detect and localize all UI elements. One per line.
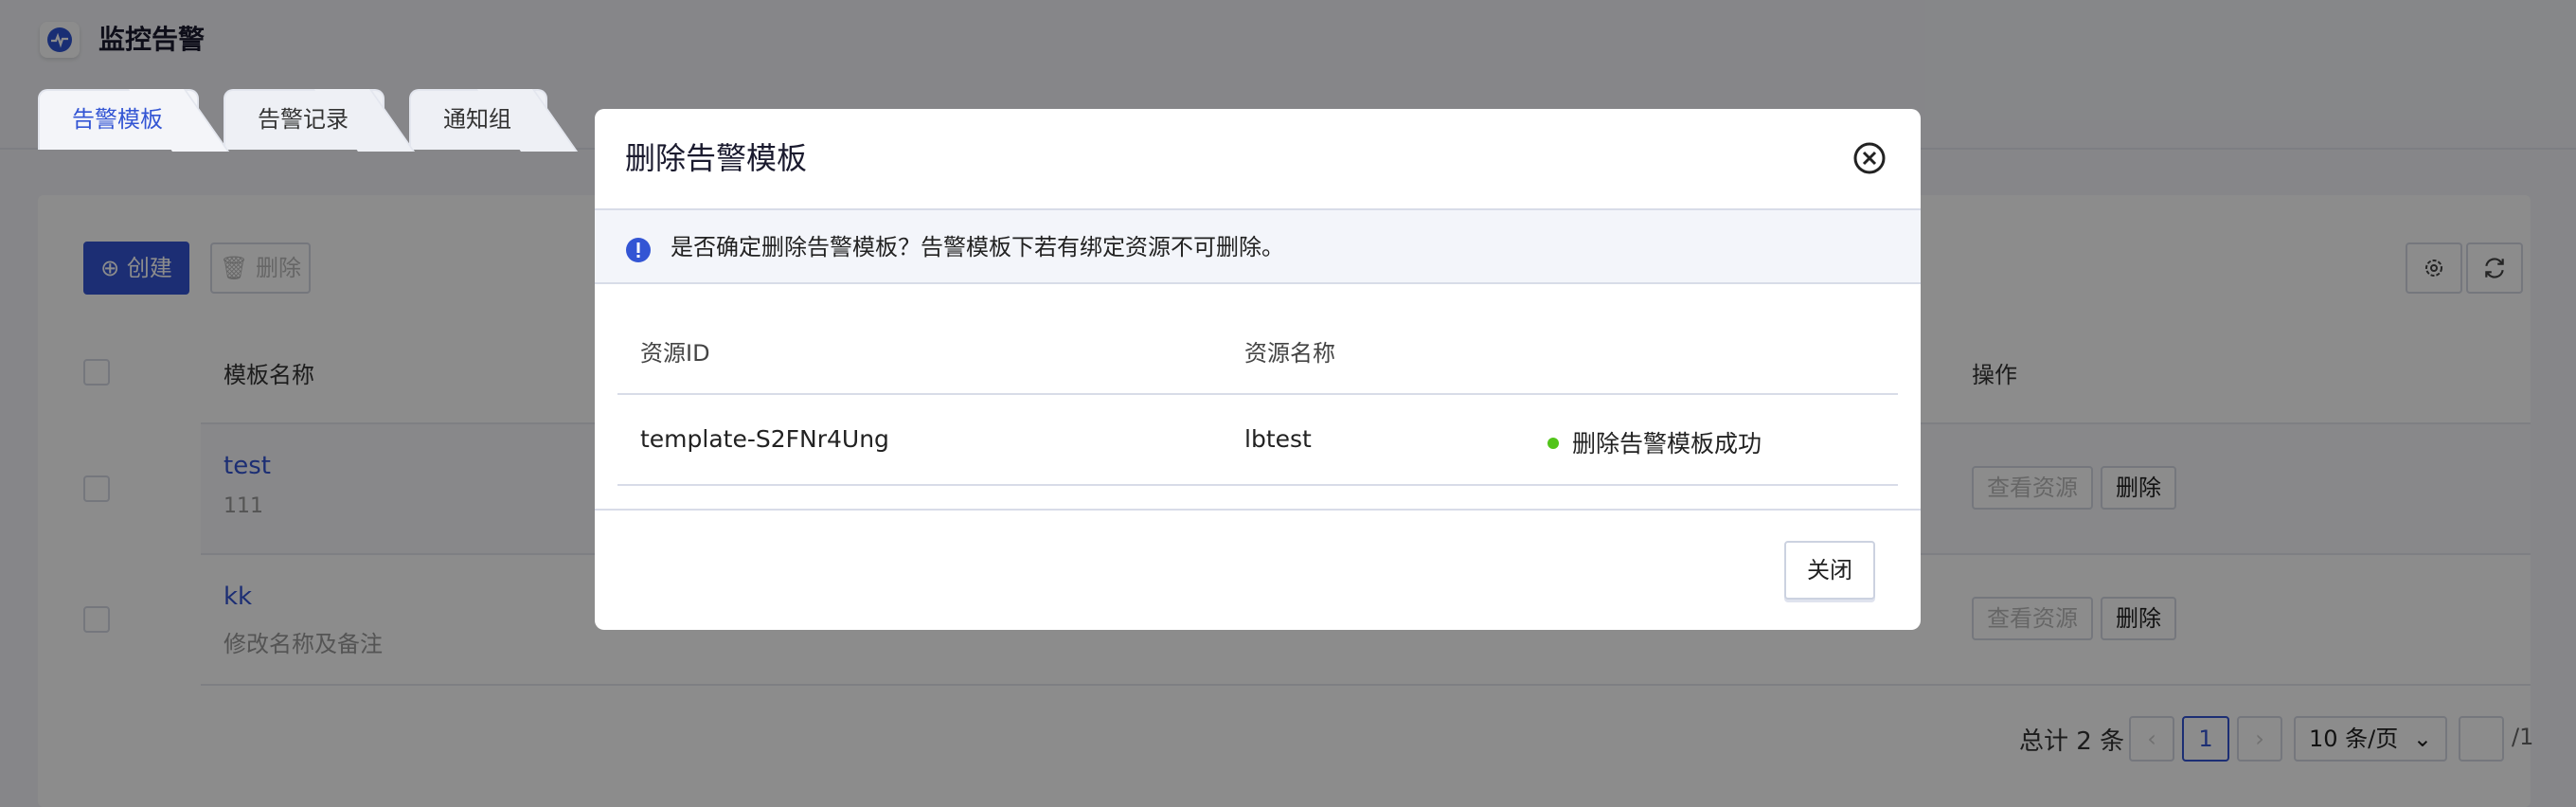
info-icon [626, 238, 651, 262]
warning-banner: 是否确定删除告警模板？告警模板下若有绑定资源不可删除。 [595, 208, 1921, 284]
delete-status-text: 删除告警模板成功 [1572, 430, 1762, 457]
warning-text: 是否确定删除告警模板？告警模板下若有绑定资源不可删除。 [671, 234, 1284, 260]
tab-alert-templates[interactable]: 告警模板 [38, 89, 229, 152]
dialog-title: 删除告警模板 [625, 140, 808, 176]
status-dot [1547, 438, 1559, 449]
tab-notify-groups[interactable]: 通知组 [409, 89, 578, 152]
close-button[interactable]: 关闭 [1784, 541, 1875, 600]
tab-alert-records[interactable]: 告警记录 [224, 89, 415, 152]
resource-column-header-name: 资源名称 [1244, 340, 1335, 367]
resource-id: template-S2FNr4Ung [640, 425, 889, 453]
delete-template-dialog: 删除告警模板 是否确定删除告警模板？告警模板下若有绑定资源不可删除。 资源ID … [595, 109, 1921, 630]
resource-column-header-id: 资源ID [640, 340, 710, 367]
resource-name: lbtest [1244, 425, 1312, 453]
close-icon[interactable] [1852, 141, 1887, 175]
